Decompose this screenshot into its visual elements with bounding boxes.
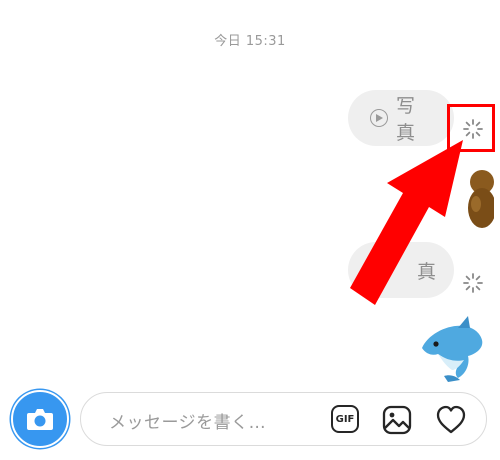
chat-timestamp: 今日 15:31 — [214, 34, 286, 49]
dolphin-emoji — [422, 316, 483, 382]
heart-icon[interactable] — [435, 404, 467, 436]
play-icon — [370, 109, 388, 127]
message-input-bar[interactable]: メッセージを書く… GIF — [80, 392, 487, 446]
image-icon[interactable] — [381, 404, 413, 436]
message-input-placeholder[interactable]: メッセージを書く… — [109, 408, 266, 433]
annotation-arrow — [350, 140, 463, 305]
camera-icon — [27, 409, 53, 430]
gif-icon[interactable]: GIF — [331, 405, 359, 433]
camera-button[interactable] — [11, 390, 69, 448]
